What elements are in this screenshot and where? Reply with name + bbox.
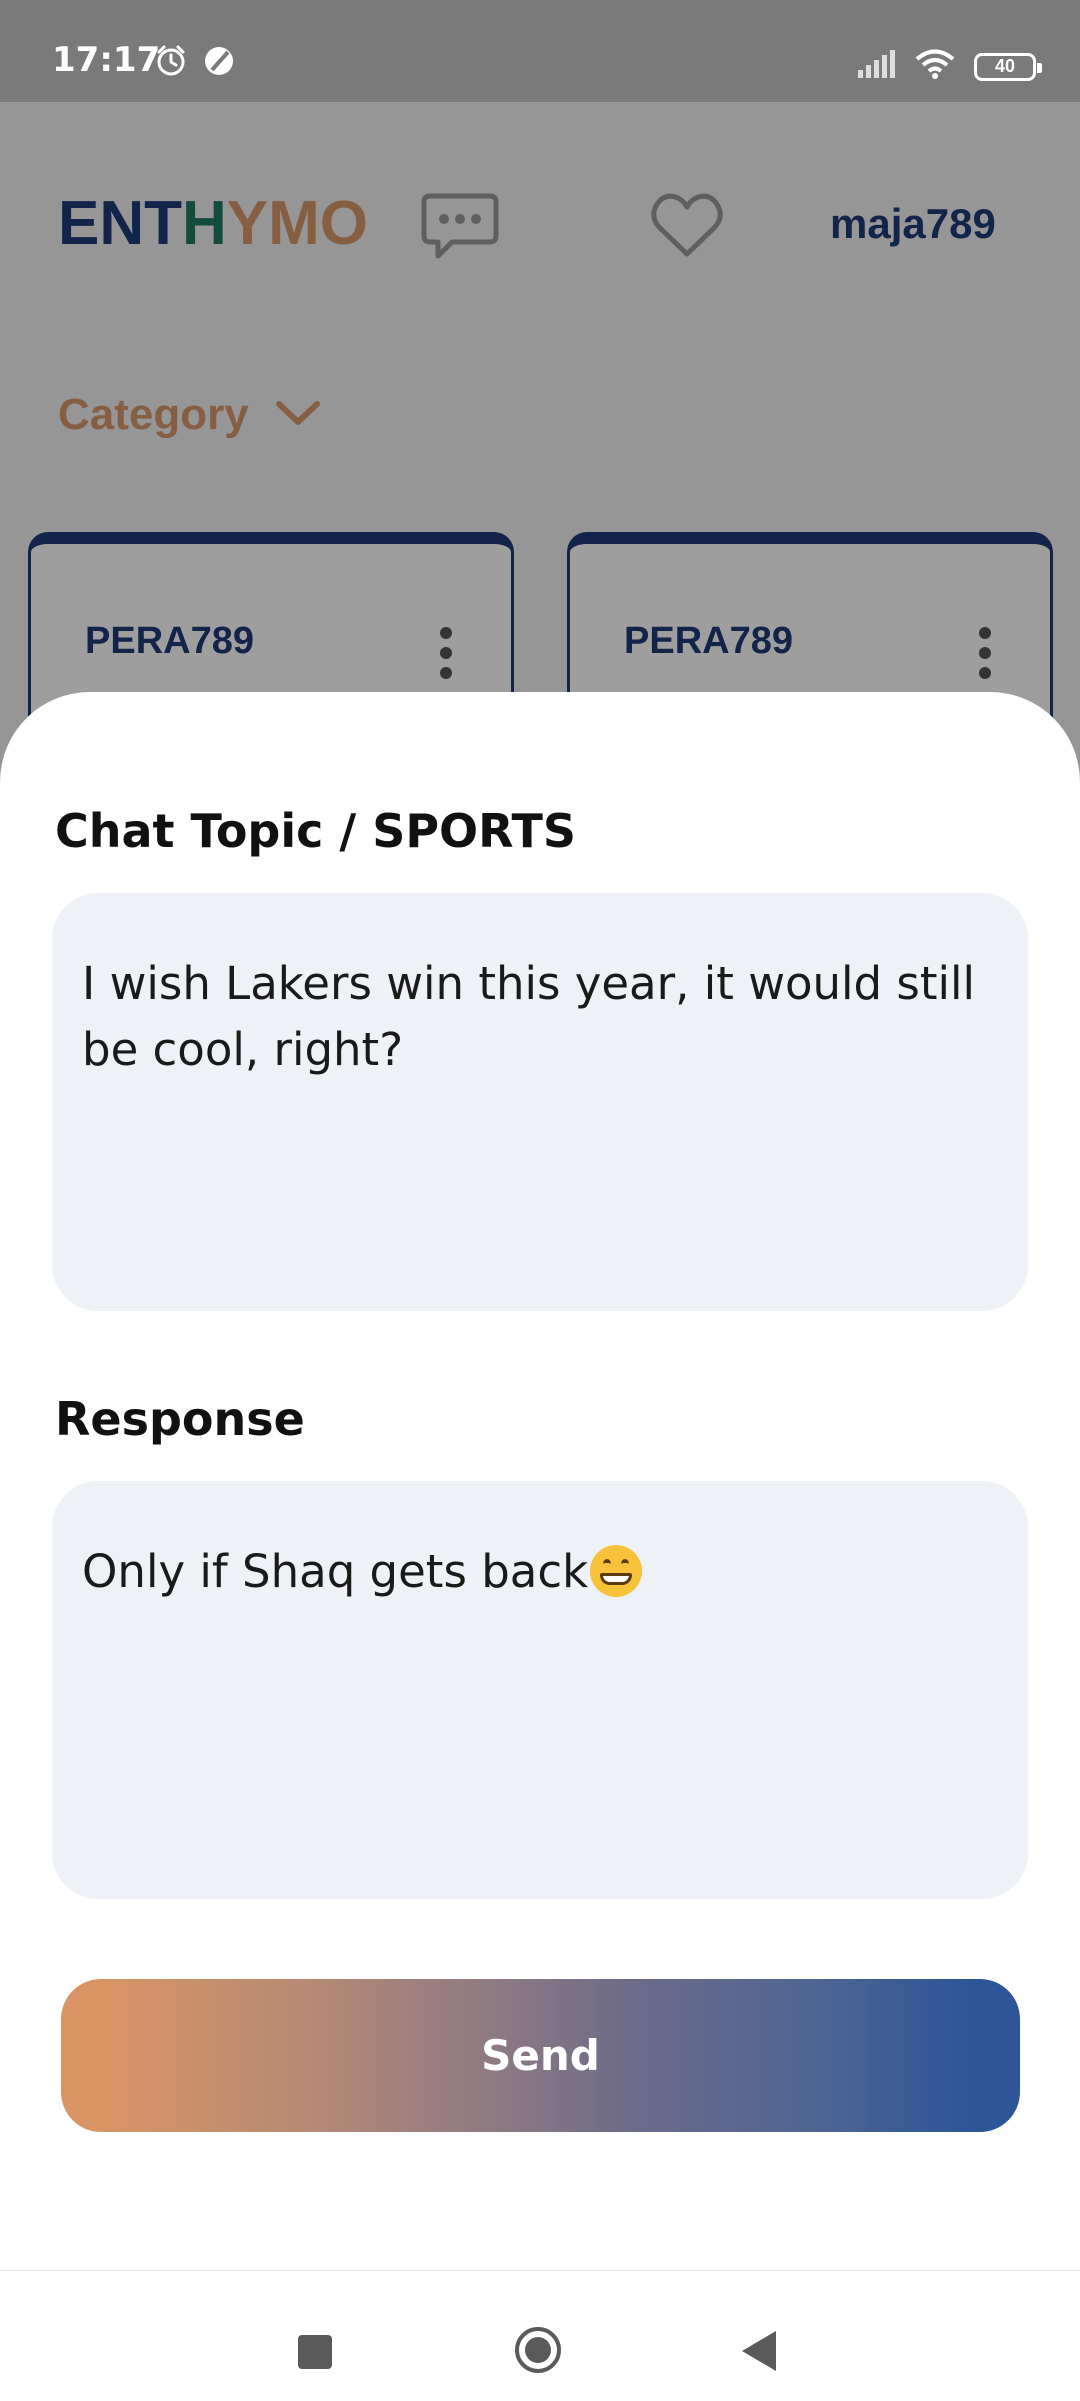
status-bar: 17:17 40 (0, 0, 1080, 102)
status-left-icons (154, 44, 236, 83)
send-button[interactable]: Send (61, 1979, 1020, 2132)
home-icon[interactable] (515, 2327, 561, 2373)
reply-bottom-sheet: Chat Topic / SPORTS I wish Lakers win th… (0, 692, 1080, 2400)
chat-topic-heading: Chat Topic / SPORTS (55, 804, 577, 858)
status-time: 17:17 (52, 40, 161, 80)
alarm-icon (154, 44, 188, 83)
system-navigation-bar (0, 2270, 1080, 2401)
back-icon[interactable] (742, 2331, 776, 2371)
status-right-icons: 40 (856, 48, 1042, 85)
moon-icon (202, 44, 236, 83)
signal-icon (856, 50, 896, 83)
response-input[interactable]: Only if Shaq gets back (52, 1481, 1028, 1899)
battery-icon: 40 (974, 52, 1042, 81)
recent-apps-icon[interactable] (298, 2335, 332, 2369)
wifi-icon (914, 48, 956, 85)
grinning-face-emoji-icon (590, 1545, 643, 1597)
chat-topic-text: I wish Lakers win this year, it would st… (52, 893, 1028, 1311)
response-heading: Response (55, 1392, 305, 1446)
